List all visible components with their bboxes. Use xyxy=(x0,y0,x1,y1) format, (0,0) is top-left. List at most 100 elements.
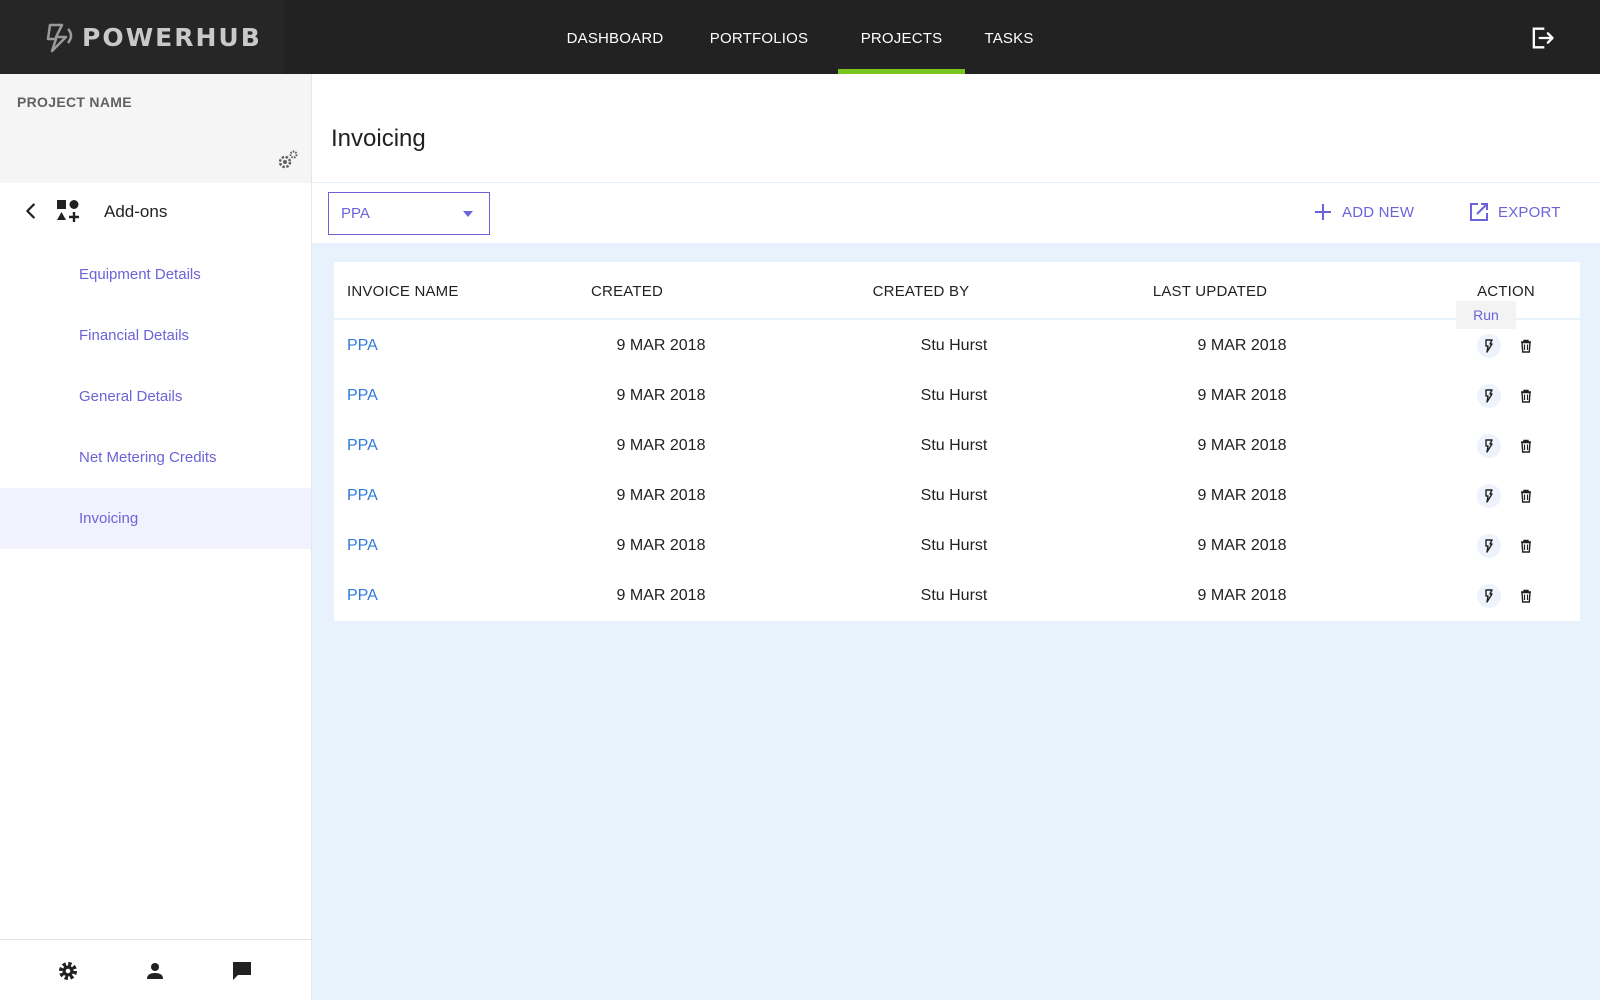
addons-header: Add-ons xyxy=(0,183,311,243)
delete-button[interactable] xyxy=(1514,434,1538,458)
table-row: PPA 9 MAR 2018 Stu Hurst 9 MAR 2018 xyxy=(334,422,1580,472)
created-date: 9 MAR 2018 xyxy=(616,487,706,504)
select-value: PPA xyxy=(341,205,370,222)
sidebar-item-label: Equipment Details xyxy=(79,266,201,283)
table-row: PPA 9 MAR 2018 Stu Hurst 9 MAR 2018 xyxy=(334,572,1580,622)
invoice-name-link[interactable]: PPA xyxy=(347,587,378,605)
trash-icon xyxy=(1521,589,1531,603)
trash-icon xyxy=(1521,439,1531,453)
delete-button[interactable] xyxy=(1514,534,1538,558)
last-updated-date: 9 MAR 2018 xyxy=(1197,537,1287,554)
created-by: Stu Hurst xyxy=(920,537,988,554)
last-updated-date: 9 MAR 2018 xyxy=(1197,437,1287,454)
invoice-name-link[interactable]: PPA xyxy=(347,387,378,405)
invoice-name-link[interactable]: PPA xyxy=(347,437,378,455)
powerhub-logo-icon xyxy=(46,23,73,53)
nav-projects[interactable]: PROJECTS xyxy=(838,0,965,74)
invoice-table: INVOICE NAME CREATED CREATED BY LAST UPD… xyxy=(334,262,1580,621)
addons-title: Add-ons xyxy=(104,202,168,221)
run-button[interactable] xyxy=(1477,384,1501,408)
table-row: PPA 9 MAR 2018 Stu Hurst 9 MAR 2018 xyxy=(334,322,1580,372)
caret-down-icon xyxy=(463,211,473,217)
sidebar-item-label: Net Metering Credits xyxy=(79,449,217,466)
delete-button[interactable] xyxy=(1514,484,1538,508)
delete-button[interactable] xyxy=(1514,384,1538,408)
created-by: Stu Hurst xyxy=(920,387,988,404)
export-button[interactable]: EXPORT xyxy=(1468,197,1561,227)
column-header-action: ACTION xyxy=(1477,283,1535,300)
table-header: INVOICE NAME CREATED CREATED BY LAST UPD… xyxy=(334,262,1580,320)
table-row: PPA 9 MAR 2018 Stu Hurst 9 MAR 2018 xyxy=(334,372,1580,422)
column-header-invoice-name[interactable]: INVOICE NAME xyxy=(347,283,459,300)
project-name-label: PROJECT NAME xyxy=(17,94,132,110)
last-updated-date: 9 MAR 2018 xyxy=(1197,337,1287,354)
invoice-type-select[interactable]: PPA xyxy=(328,192,490,235)
chat-icon[interactable] xyxy=(230,959,254,983)
brand-logo[interactable]: POWERHUB xyxy=(0,0,284,74)
column-header-created-by[interactable]: CREATED BY xyxy=(873,283,970,300)
chevron-left-icon[interactable] xyxy=(20,200,42,222)
lightning-icon xyxy=(1485,389,1493,403)
sidebar-item-label: General Details xyxy=(79,388,183,405)
sidebar-item-equipment-details[interactable]: Equipment Details xyxy=(0,244,311,305)
trash-icon xyxy=(1521,539,1531,553)
sidebar: PROJECT NAME Add-ons Equipment Details F… xyxy=(0,74,312,1000)
lightning-icon xyxy=(1485,589,1493,603)
export-label: EXPORT xyxy=(1498,203,1561,221)
created-date: 9 MAR 2018 xyxy=(616,587,706,604)
run-button[interactable] xyxy=(1477,484,1501,508)
sidebar-item-general-details[interactable]: General Details xyxy=(0,366,311,427)
page-title: Invoicing xyxy=(331,125,426,152)
created-by: Stu Hurst xyxy=(920,587,988,604)
delete-button[interactable] xyxy=(1514,334,1538,358)
page-header: Invoicing xyxy=(312,74,1600,182)
run-tooltip: Run xyxy=(1456,301,1516,329)
created-by: Stu Hurst xyxy=(920,487,988,504)
run-button[interactable] xyxy=(1477,434,1501,458)
invoice-name-link[interactable]: PPA xyxy=(347,537,378,555)
created-date: 9 MAR 2018 xyxy=(616,337,706,354)
person-icon[interactable] xyxy=(143,959,167,983)
add-new-button[interactable]: ADD NEW xyxy=(1312,197,1414,227)
trash-icon xyxy=(1521,389,1531,403)
run-button[interactable] xyxy=(1477,334,1501,358)
plus-icon xyxy=(1315,204,1331,220)
run-button[interactable] xyxy=(1477,584,1501,608)
shapes-icon xyxy=(57,200,79,222)
nav-portfolios[interactable]: PORTFOLIOS xyxy=(700,0,818,74)
project-header: PROJECT NAME xyxy=(0,74,311,183)
gear-icon[interactable] xyxy=(56,959,80,983)
lightning-icon xyxy=(1485,339,1493,353)
project-settings-icon[interactable] xyxy=(276,148,300,172)
lightning-icon xyxy=(1485,439,1493,453)
created-date: 9 MAR 2018 xyxy=(616,537,706,554)
sidebar-item-financial-details[interactable]: Financial Details xyxy=(0,305,311,366)
column-header-last-updated[interactable]: LAST UPDATED xyxy=(1153,283,1267,300)
sidebar-footer xyxy=(0,939,311,1000)
sidebar-item-net-metering-credits[interactable]: Net Metering Credits xyxy=(0,427,311,488)
trash-icon xyxy=(1521,489,1531,503)
brand-name: POWERHUB xyxy=(82,22,262,52)
trash-icon xyxy=(1521,339,1531,353)
sidebar-item-label: Invoicing xyxy=(79,510,139,527)
nav-dashboard[interactable]: DASHBOARD xyxy=(560,0,670,74)
delete-button[interactable] xyxy=(1514,584,1538,608)
run-button[interactable] xyxy=(1477,534,1501,558)
last-updated-date: 9 MAR 2018 xyxy=(1197,387,1287,404)
invoice-name-link[interactable]: PPA xyxy=(347,337,378,355)
lightning-icon xyxy=(1485,489,1493,503)
logout-icon[interactable] xyxy=(1528,24,1556,52)
created-by: Stu Hurst xyxy=(920,437,988,454)
column-header-created[interactable]: CREATED xyxy=(591,283,663,300)
created-date: 9 MAR 2018 xyxy=(616,437,706,454)
table-row: PPA 9 MAR 2018 Stu Hurst 9 MAR 2018 xyxy=(334,522,1580,572)
toolbar: PPA ADD NEW EXPORT xyxy=(312,183,1600,243)
last-updated-date: 9 MAR 2018 xyxy=(1197,587,1287,604)
lightning-icon xyxy=(1485,539,1493,553)
sidebar-item-invoicing[interactable]: Invoicing xyxy=(0,488,311,549)
open-external-icon xyxy=(1470,203,1488,221)
sidebar-item-label: Financial Details xyxy=(79,327,190,344)
nav-tasks[interactable]: TASKS xyxy=(978,0,1040,74)
top-bar: POWERHUB DASHBOARD PORTFOLIOS PROJECTS T… xyxy=(0,0,1600,74)
invoice-name-link[interactable]: PPA xyxy=(347,487,378,505)
